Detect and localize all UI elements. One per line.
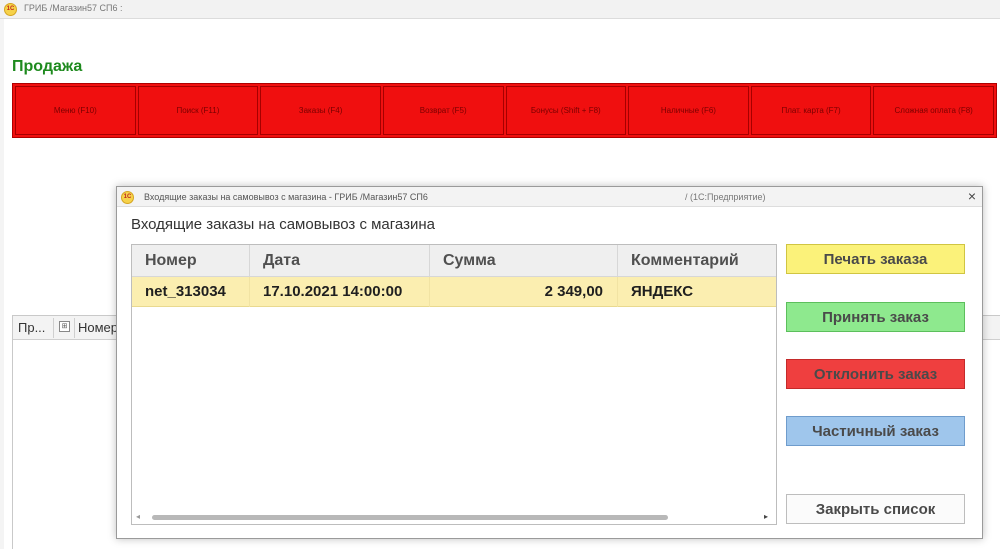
close-list-button[interactable]: Закрыть список [786, 494, 965, 524]
scroll-right-icon[interactable]: ▸ [764, 512, 768, 521]
bonuses-button[interactable]: Бонусы (Shift + F8) [505, 86, 627, 135]
cash-button[interactable]: Наличные (F6) [628, 86, 749, 135]
order-number-cell: net_313034 [132, 277, 250, 307]
column-header-comment[interactable]: Комментарий [618, 245, 776, 277]
scrollbar-thumb[interactable] [152, 515, 668, 520]
orders-table-header: Номер Дата Сумма Комментарий [132, 245, 776, 277]
app-logo-icon: 1С [121, 191, 134, 204]
horizontal-scrollbar[interactable]: ◂ ▸ [132, 511, 776, 524]
main-titlebar: 1С ГРИБ /Магазин57 СП6 : [0, 0, 1000, 19]
column-header-date[interactable]: Дата [250, 245, 430, 277]
order-date-cell: 17.10.2021 14:00:00 [250, 277, 430, 307]
close-icon[interactable]: × [965, 189, 979, 203]
card-payment-button[interactable]: Плат. карта (F7) [750, 86, 872, 135]
left-window-border [0, 19, 4, 549]
action-toolbar: Меню (F10) Поиск (F11) Заказы (F4) Возвр… [12, 83, 997, 138]
dialog-heading: Входящие заказы на самовывоз с магазина [131, 216, 435, 233]
column-header-number[interactable]: Номер [78, 320, 118, 335]
orders-table: Номер Дата Сумма Комментарий net_313034 … [131, 244, 777, 525]
complex-payment-button[interactable]: Сложная оплата (F8) [873, 86, 994, 135]
column-header-pr[interactable]: Пр... [18, 320, 45, 335]
column-separator [53, 318, 54, 338]
grid-icon[interactable]: ⊞ [59, 321, 70, 332]
order-sum-cell: 2 349,00 [430, 277, 618, 307]
order-comment-cell: ЯНДЕКС [631, 283, 694, 300]
menu-button[interactable]: Меню (F10) [15, 86, 136, 135]
app-logo-icon: 1С [4, 3, 17, 16]
dialog-title: Входящие заказы на самовывоз с магазина … [144, 192, 428, 202]
return-button[interactable]: Возврат (F5) [382, 86, 504, 135]
accept-order-button[interactable]: Принять заказ [786, 302, 965, 332]
table-row[interactable]: net_313034 17.10.2021 14:00:00 2 349,00 … [132, 277, 776, 307]
page-title: Продажа [12, 58, 83, 75]
scroll-left-icon[interactable]: ◂ [136, 512, 140, 521]
dialog-title-suffix: / (1С:Предприятие) [685, 192, 766, 202]
partial-order-button[interactable]: Частичный заказ [786, 416, 965, 446]
column-header-sum[interactable]: Сумма [430, 245, 618, 277]
dialog-titlebar: 1С Входящие заказы на самовывоз с магази… [117, 187, 982, 207]
column-separator [74, 318, 75, 338]
incoming-orders-dialog: 1С Входящие заказы на самовывоз с магази… [116, 186, 983, 539]
print-order-button[interactable]: Печать заказа [786, 244, 965, 274]
search-button[interactable]: Поиск (F11) [137, 86, 259, 135]
orders-button[interactable]: Заказы (F4) [260, 86, 381, 135]
column-header-number[interactable]: Номер [132, 245, 250, 277]
main-window-title: ГРИБ /Магазин57 СП6 : [24, 3, 123, 13]
reject-order-button[interactable]: Отклонить заказ [786, 359, 965, 389]
